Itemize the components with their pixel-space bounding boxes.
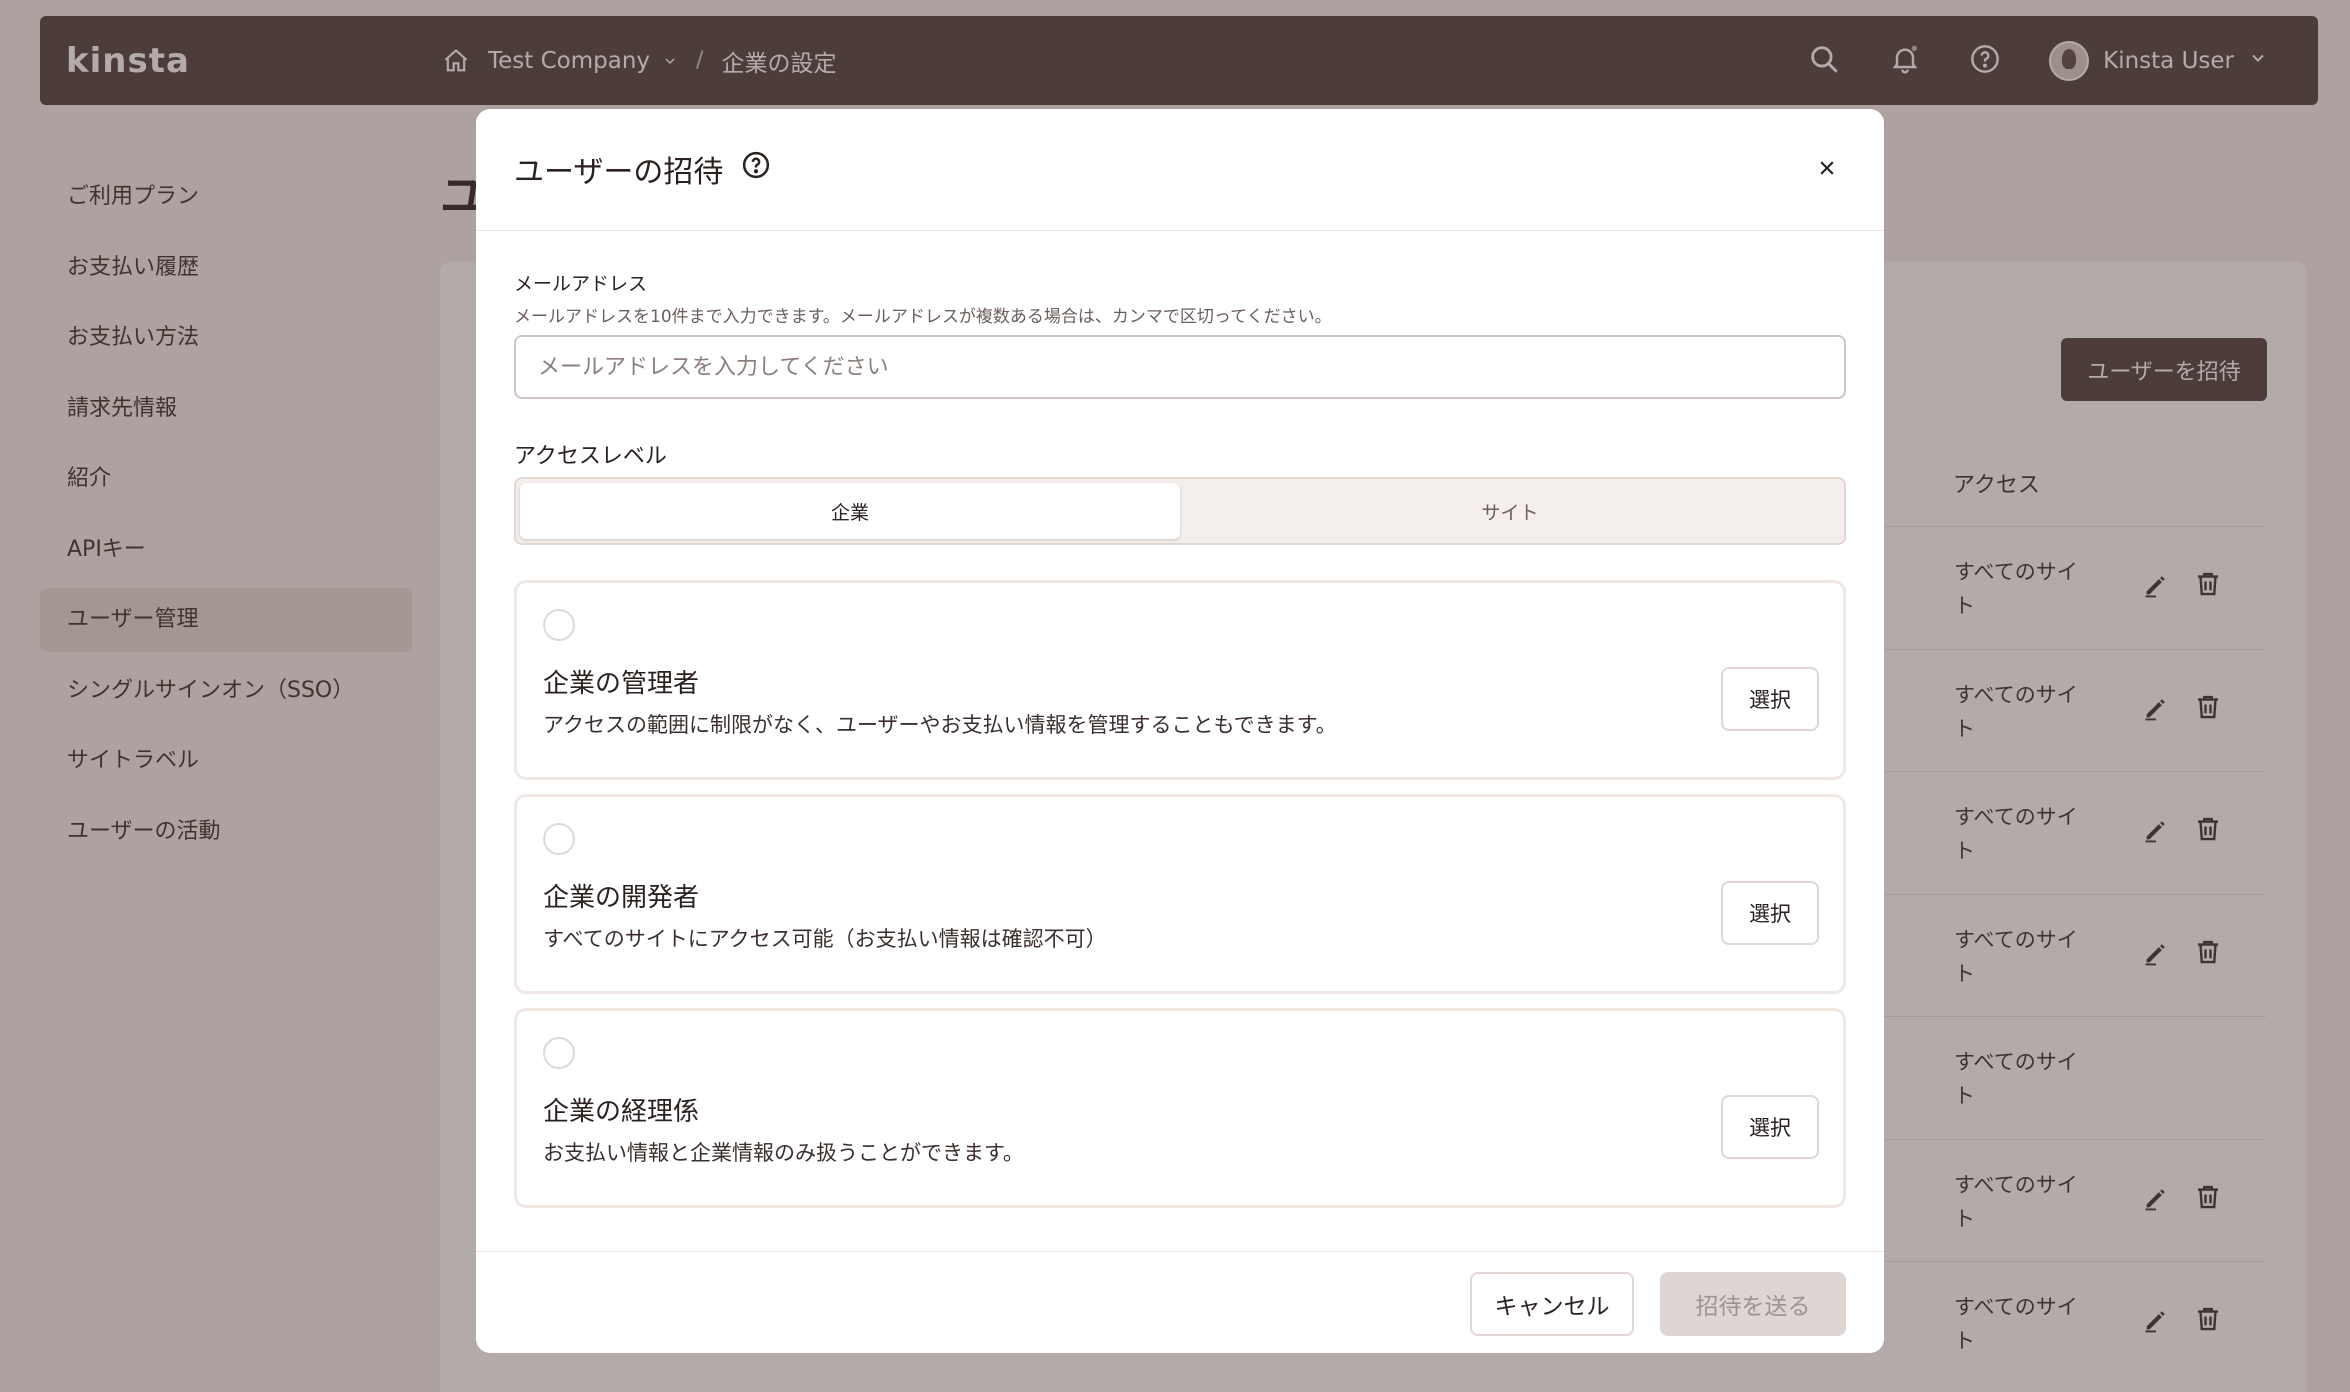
invite-user-modal: ユーザーの招待 メールアドレス メールアドレスを10件まで入力できます。メールア… — [476, 109, 1884, 1353]
role-description: すべてのサイトにアクセス可能（お支払い情報は確認不可） — [543, 927, 1107, 951]
access-level-label: アクセスレベル — [514, 444, 667, 469]
email-field[interactable] — [514, 335, 1846, 399]
modal-header: ユーザーの招待 — [476, 109, 1884, 231]
select-button[interactable]: 選択 — [1721, 1095, 1819, 1159]
role-radio[interactable] — [543, 823, 575, 855]
select-button[interactable]: 選択 — [1721, 667, 1819, 731]
modal-title-text: ユーザーの招待 — [514, 155, 724, 190]
select-button[interactable]: 選択 — [1721, 881, 1819, 945]
role-card-company-admin[interactable]: 企業の管理者 アクセスの範囲に制限がなく、ユーザーやお支払い情報を管理することも… — [514, 580, 1846, 780]
send-invite-button[interactable]: 招待を送る — [1660, 1272, 1846, 1336]
role-name: 企業の経理係 — [543, 1097, 700, 1127]
access-option-site[interactable]: サイト — [1180, 483, 1840, 539]
role-description: お支払い情報と企業情報のみ扱うことができます。 — [543, 1141, 1024, 1165]
email-label: メールアドレス — [514, 273, 648, 295]
access-option-company[interactable]: 企業 — [520, 483, 1180, 539]
modal-footer: キャンセル 招待を送る — [476, 1251, 1884, 1353]
role-radio[interactable] — [543, 609, 575, 641]
help-icon[interactable] — [741, 150, 771, 188]
close-icon[interactable] — [1812, 153, 1842, 183]
email-hint: メールアドレスを10件まで入力できます。メールアドレスが複数ある場合は、カンマで… — [514, 307, 1332, 327]
cancel-button[interactable]: キャンセル — [1470, 1272, 1634, 1336]
role-description: アクセスの範囲に制限がなく、ユーザーやお支払い情報を管理することもできます。 — [543, 713, 1337, 737]
modal-title: ユーザーの招待 — [514, 147, 771, 191]
role-name: 企業の開発者 — [543, 883, 700, 913]
role-name: 企業の管理者 — [543, 669, 700, 699]
role-card-company-developer[interactable]: 企業の開発者 すべてのサイトにアクセス可能（お支払い情報は確認不可） 選択 — [514, 794, 1846, 994]
role-card-company-billing[interactable]: 企業の経理係 お支払い情報と企業情報のみ扱うことができます。 選択 — [514, 1008, 1846, 1208]
role-radio[interactable] — [543, 1037, 575, 1069]
access-level-toggle: 企業 サイト — [514, 477, 1846, 545]
